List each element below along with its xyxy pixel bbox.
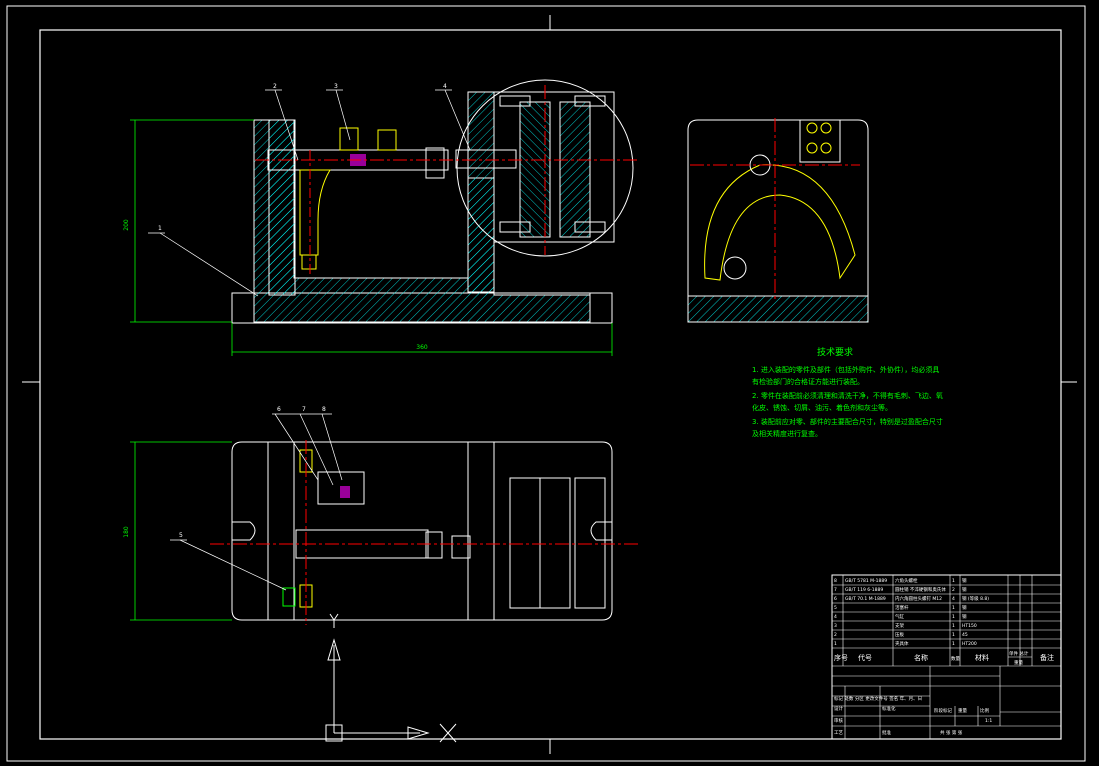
dim-front-height: 200 [123,219,130,231]
tech-req-title: 技术要求 [817,346,853,358]
part-row-4-no: 5 [834,605,837,611]
part-row-2-no: 7 [834,587,837,593]
balloon-2: 2 [273,83,277,90]
part-row-8-qty: 1 [952,641,955,647]
parts-header-material: 材料 [975,653,989,662]
part-row-1-no: 8 [834,578,837,584]
tech-req-line-5: 3. 装配前应对零、部件的主要配合尺寸，特别是过盈配合尺寸 [752,417,943,426]
balloon-7: 7 [302,406,306,413]
title-block: 标记 处数 分区 更改文件号 签名 年、月、日 设计 标准化 审核 工艺 批准 … [832,666,1061,739]
title-stage-label: 阶段标记 [934,707,952,714]
part-row-5-material: 钢 [962,613,967,620]
part-row-2-name: 圆柱销 不淬硬钢和奥氏体 [895,586,946,593]
part-row-6-no: 3 [834,623,837,629]
tech-req-line-4: 化皮、锈蚀、切屑、油污、着色剂和灰尘等。 [752,403,892,412]
balloon-6: 6 [277,406,281,413]
part-row-1-qty: 1 [952,578,955,584]
parts-header-unit-weight: 单件 总计 [1009,650,1029,657]
part-row-4-material: 钢 [962,604,967,611]
top-view: 180 [123,440,640,625]
part-row-6-material: HT150 [962,623,977,629]
balloon-5: 5 [179,532,183,539]
title-scale-value: 1:1 [985,718,992,724]
title-review: 审核 [834,717,843,724]
balloon-8: 8 [322,406,326,413]
part-row-3-no: 6 [834,596,837,602]
part-row-4-name: 活塞杆 [895,604,909,611]
part-row-2-qty: 2 [952,587,955,593]
part-row-8-name: 夹具体 [895,640,909,647]
title-sheet-label: 共 张 第 张 [940,729,963,736]
part-row-3-material: 钢 (等级 8.8) [962,595,989,602]
balloon-3: 3 [334,83,338,90]
tech-req-line-3: 2. 零件在装配前必须清理和清洗干净，不得有毛刺、飞边、氧 [752,391,943,400]
part-balloons: 1 2 3 4 5 6 7 8 [148,83,471,591]
part-row-5-name: 气缸 [895,613,904,620]
title-revision-row: 标记 处数 分区 更改文件号 签名 年、月、日 [834,695,922,702]
part-row-1-material: 钢 [962,577,967,584]
part-row-6-qty: 1 [952,623,955,629]
technical-requirements: 技术要求 1. 进入装配的零件及部件（包括外购件、外协件），均必须具 有检验部门… [752,346,943,438]
part-row-4-qty: 1 [952,605,955,611]
ucs-axis-icon [325,613,457,743]
balloon-4: 4 [443,83,447,90]
tech-req-line-6: 及相关精度进行复查。 [752,429,822,438]
cad-drawing-canvas: 200 360 180 1 2 3 4 5 6 7 8 技术要求 1. 进入装配… [6,5,1086,762]
parts-header-code: 代号 [858,653,872,662]
parts-header-qty: 数量 [951,655,960,662]
parts-header-no: 序号 [834,653,848,662]
part-row-3-qty: 4 [952,596,955,602]
tech-req-line-1: 1. 进入装配的零件及部件（包括外购件、外协件），均必须具 [752,365,939,374]
part-row-7-material: 45 [962,632,968,638]
part-row-1-code: GB/T 5781 M-1889 [845,578,887,584]
parts-header-remark: 备注 [1040,653,1054,662]
side-view [687,118,869,323]
part-row-8-material: HT200 [962,641,977,647]
part-row-7-no: 2 [834,632,837,638]
title-process: 工艺 [834,730,843,736]
title-standardize: 标准化 [882,705,896,712]
part-row-2-material: 钢 [962,586,967,593]
parts-header-name: 名称 [914,653,928,662]
part-row-6-name: 支架 [895,622,904,629]
part-row-5-no: 4 [834,614,837,620]
parts-list-table: 8 GB/T 5781 M-1889 六角头螺栓 1 钢 7 GB/T 119 … [831,574,1062,740]
part-row-7-qty: 1 [952,632,955,638]
balloon-1: 1 [158,225,162,232]
title-scale-label: 比例 [980,707,989,714]
part-row-1-name: 六角头螺栓 [895,577,918,584]
part-row-3-name: 内六角圆柱头螺钉 M12 [895,595,942,602]
part-row-5-qty: 1 [952,614,955,620]
title-design: 设计 [834,705,843,712]
part-row-3-code: GB/T 70.1 M-1889 [845,596,886,602]
part-row-8-no: 1 [834,641,837,647]
dim-front-width: 360 [416,344,428,351]
part-row-7-name: 压板 [895,631,904,638]
front-view: 200 360 [123,79,640,356]
parts-header-weight: 重量 [1014,659,1023,666]
title-weight-label: 重量 [958,707,967,714]
dim-top-height: 180 [123,526,130,538]
tech-req-line-2: 有检验部门的合格证方能进行装配。 [752,377,864,386]
part-row-2-code: GB/T 119 6-1889 [845,587,883,593]
title-approve: 批准 [882,729,891,736]
